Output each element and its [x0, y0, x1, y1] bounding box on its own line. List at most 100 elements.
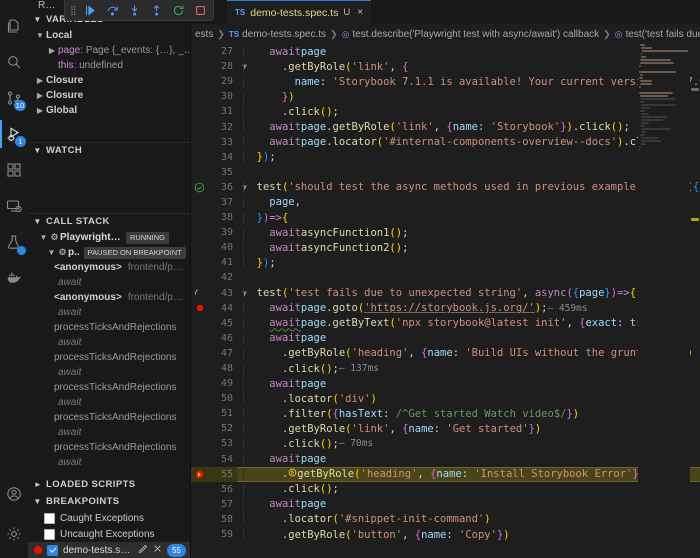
gutter-line-28[interactable]: 28 ▼: [191, 59, 247, 74]
callstack-frame[interactable]: await: [28, 395, 190, 410]
step-over-button[interactable]: [106, 3, 120, 17]
callstack-frame[interactable]: await: [28, 455, 190, 470]
code-line-32[interactable]: await page. getByRole('link', { name: 'St…: [237, 119, 700, 134]
debug-current-line-icon[interactable]: [193, 468, 206, 481]
code-line-58[interactable]: . locator('#snippet-init-command'): [237, 512, 700, 527]
callstack-frame[interactable]: <anonymous> frontend/p…: [28, 260, 190, 275]
step-into-button[interactable]: [128, 3, 142, 17]
test-running-icon[interactable]: [193, 287, 206, 300]
gutter-line-56[interactable]: 56: [191, 482, 237, 497]
code-line-49[interactable]: await page: [237, 376, 700, 391]
code-line-43[interactable]: test('test fails due to unexpected strin…: [237, 286, 700, 301]
activity-item-search[interactable]: [0, 44, 28, 80]
code-line-44[interactable]: await page. goto('https://storybook.js.or…: [237, 301, 700, 316]
editor-gutter[interactable]: 27 28 ▼ 29 30 31 32 33 34 35 36 ▼ 37 38 39 40 41 42 43 ▼ 44 4…: [191, 44, 247, 558]
activity-item-extensions[interactable]: [0, 152, 28, 188]
breakpoint-caught-exceptions[interactable]: Caught Exceptions: [28, 510, 190, 526]
close-icon[interactable]: [153, 544, 162, 556]
code-line-37[interactable]: page,: [237, 195, 700, 210]
code-line-31[interactable]: . click();: [237, 104, 700, 119]
callstack-frame[interactable]: processTicksAndRejections: [28, 380, 190, 395]
activity-item-explorer[interactable]: [0, 8, 28, 44]
gutter-line-46[interactable]: 46: [191, 331, 237, 346]
continue-button[interactable]: [84, 3, 98, 17]
activity-item-source-control[interactable]: 10: [0, 80, 28, 116]
callstack-frame[interactable]: await: [28, 365, 190, 380]
code-line-46[interactable]: await page: [237, 331, 700, 346]
code-line-52[interactable]: . getByRole('link', { name: 'Get started'…: [237, 421, 700, 436]
gutter-line-58[interactable]: 58: [191, 512, 237, 527]
scope-closure-2[interactable]: ▶ Closure: [28, 88, 190, 103]
gutter-line-49[interactable]: 49: [191, 376, 237, 391]
code-line-28[interactable]: . getByRole('link', {: [237, 59, 700, 74]
code-line-51[interactable]: . filter({ hasText: /^Get started Watch v…: [237, 406, 700, 421]
callstack-frame[interactable]: await: [28, 425, 190, 440]
activity-item-accounts[interactable]: [0, 476, 28, 516]
callstack-frame[interactable]: processTicksAndRejections: [28, 410, 190, 425]
gutter-line-35[interactable]: 35: [191, 165, 237, 180]
grip-icon[interactable]: ⣿: [70, 5, 77, 16]
code-line-50[interactable]: . locator('div'): [237, 391, 700, 406]
breadcrumb-item-file[interactable]: TS demo-tests.spec.ts: [229, 29, 326, 40]
gutter-line-47[interactable]: 47: [191, 346, 237, 361]
callstack-frame[interactable]: processTicksAndRejections: [28, 320, 190, 335]
activity-item-manage[interactable]: [0, 516, 28, 558]
breakpoint-file-item[interactable]: demo-tests.s… 55: [28, 542, 190, 558]
code-line-41[interactable]: });: [237, 255, 700, 270]
callstack-frame[interactable]: processTicksAndRejections: [28, 350, 190, 365]
callstack-frame[interactable]: await: [28, 335, 190, 350]
gutter-line-40[interactable]: 40: [191, 240, 237, 255]
code-line-57[interactable]: await page: [237, 497, 700, 512]
code-line-30[interactable]: }): [237, 89, 700, 104]
gutter-line-52[interactable]: 52: [191, 421, 237, 436]
code-line-34[interactable]: });: [237, 150, 700, 165]
code-line-36[interactable]: test('should test the async methods used…: [237, 180, 700, 195]
gutter-line-45[interactable]: 45: [191, 316, 237, 331]
code-line-35[interactable]: [237, 165, 700, 180]
code-line-38[interactable]: }) => {: [237, 210, 700, 225]
scope-global[interactable]: ▶ Global: [28, 103, 190, 118]
callstack-header[interactable]: ▼ CALL STACK: [28, 213, 190, 230]
code-line-56[interactable]: . click();: [237, 482, 700, 497]
checkbox-icon[interactable]: [44, 528, 55, 540]
code-line-53[interactable]: . click(); — 70ms: [237, 436, 700, 451]
code-line-54[interactable]: await page: [237, 452, 700, 467]
code-editor[interactable]: 27 28 ▼ 29 30 31 32 33 34 35 36 ▼ 37 38 39 40 41 42 43 ▼ 44 4…: [191, 44, 700, 558]
variable-row[interactable]: this : undefined: [28, 58, 190, 73]
checkbox-icon[interactable]: [44, 512, 55, 524]
breakpoint-icon[interactable]: [193, 302, 206, 315]
activity-item-testing[interactable]: [0, 224, 28, 260]
breadcrumb-item-describe[interactable]: ◎ test.describe('Playwright test with as…: [342, 29, 600, 40]
breakpoints-header[interactable]: ▼ BREAKPOINTS: [28, 493, 190, 510]
activity-item-docker[interactable]: [0, 260, 28, 296]
gutter-line-29[interactable]: 29: [191, 74, 237, 89]
checkbox-icon[interactable]: [47, 544, 58, 556]
code-line-45[interactable]: await page. getByText('npx storybook@late…: [237, 316, 700, 331]
callstack-session-root[interactable]: ▼ ⚙ Playwright Test… RUNNING: [28, 230, 190, 245]
variable-row[interactable]: ▶ page : Page {_events: {…}, _…: [28, 43, 190, 58]
gutter-line-48[interactable]: 48: [191, 361, 237, 376]
test-passed-icon[interactable]: [193, 181, 206, 194]
gutter-line-39[interactable]: 39: [191, 225, 237, 240]
gutter-line-33[interactable]: 33: [191, 135, 237, 150]
close-icon[interactable]: ×: [357, 7, 363, 18]
gutter-line-32[interactable]: 32: [191, 119, 237, 134]
gutter-line-43[interactable]: 43 ▼: [191, 286, 247, 301]
scope-local[interactable]: ▼ Local: [28, 28, 190, 43]
gutter-line-53[interactable]: 53: [191, 436, 237, 451]
gutter-line-54[interactable]: 54: [191, 452, 237, 467]
callstack-frame[interactable]: await: [28, 305, 190, 320]
code-line-55[interactable]: . getByRole('heading', { name: 'Install S…: [237, 466, 700, 482]
code-line-39[interactable]: await asyncFunction1();: [237, 225, 700, 240]
edit-icon[interactable]: [138, 544, 148, 557]
gutter-line-36[interactable]: 36 ▼: [191, 180, 247, 195]
inline-breakpoint-icon[interactable]: [288, 468, 297, 480]
code-line-42[interactable]: [237, 270, 700, 285]
gutter-line-59[interactable]: 59: [191, 527, 237, 542]
gutter-line-41[interactable]: 41: [191, 255, 237, 270]
gutter-line-30[interactable]: 30: [191, 89, 237, 104]
watch-header[interactable]: ▼ WATCH: [28, 142, 190, 159]
editor-code[interactable]: await page . getByRole('link', { name: 'S…: [237, 44, 700, 558]
loaded-scripts-header[interactable]: ▼ LOADED SCRIPTS: [28, 476, 190, 493]
gutter-line-27[interactable]: 27: [191, 44, 237, 59]
